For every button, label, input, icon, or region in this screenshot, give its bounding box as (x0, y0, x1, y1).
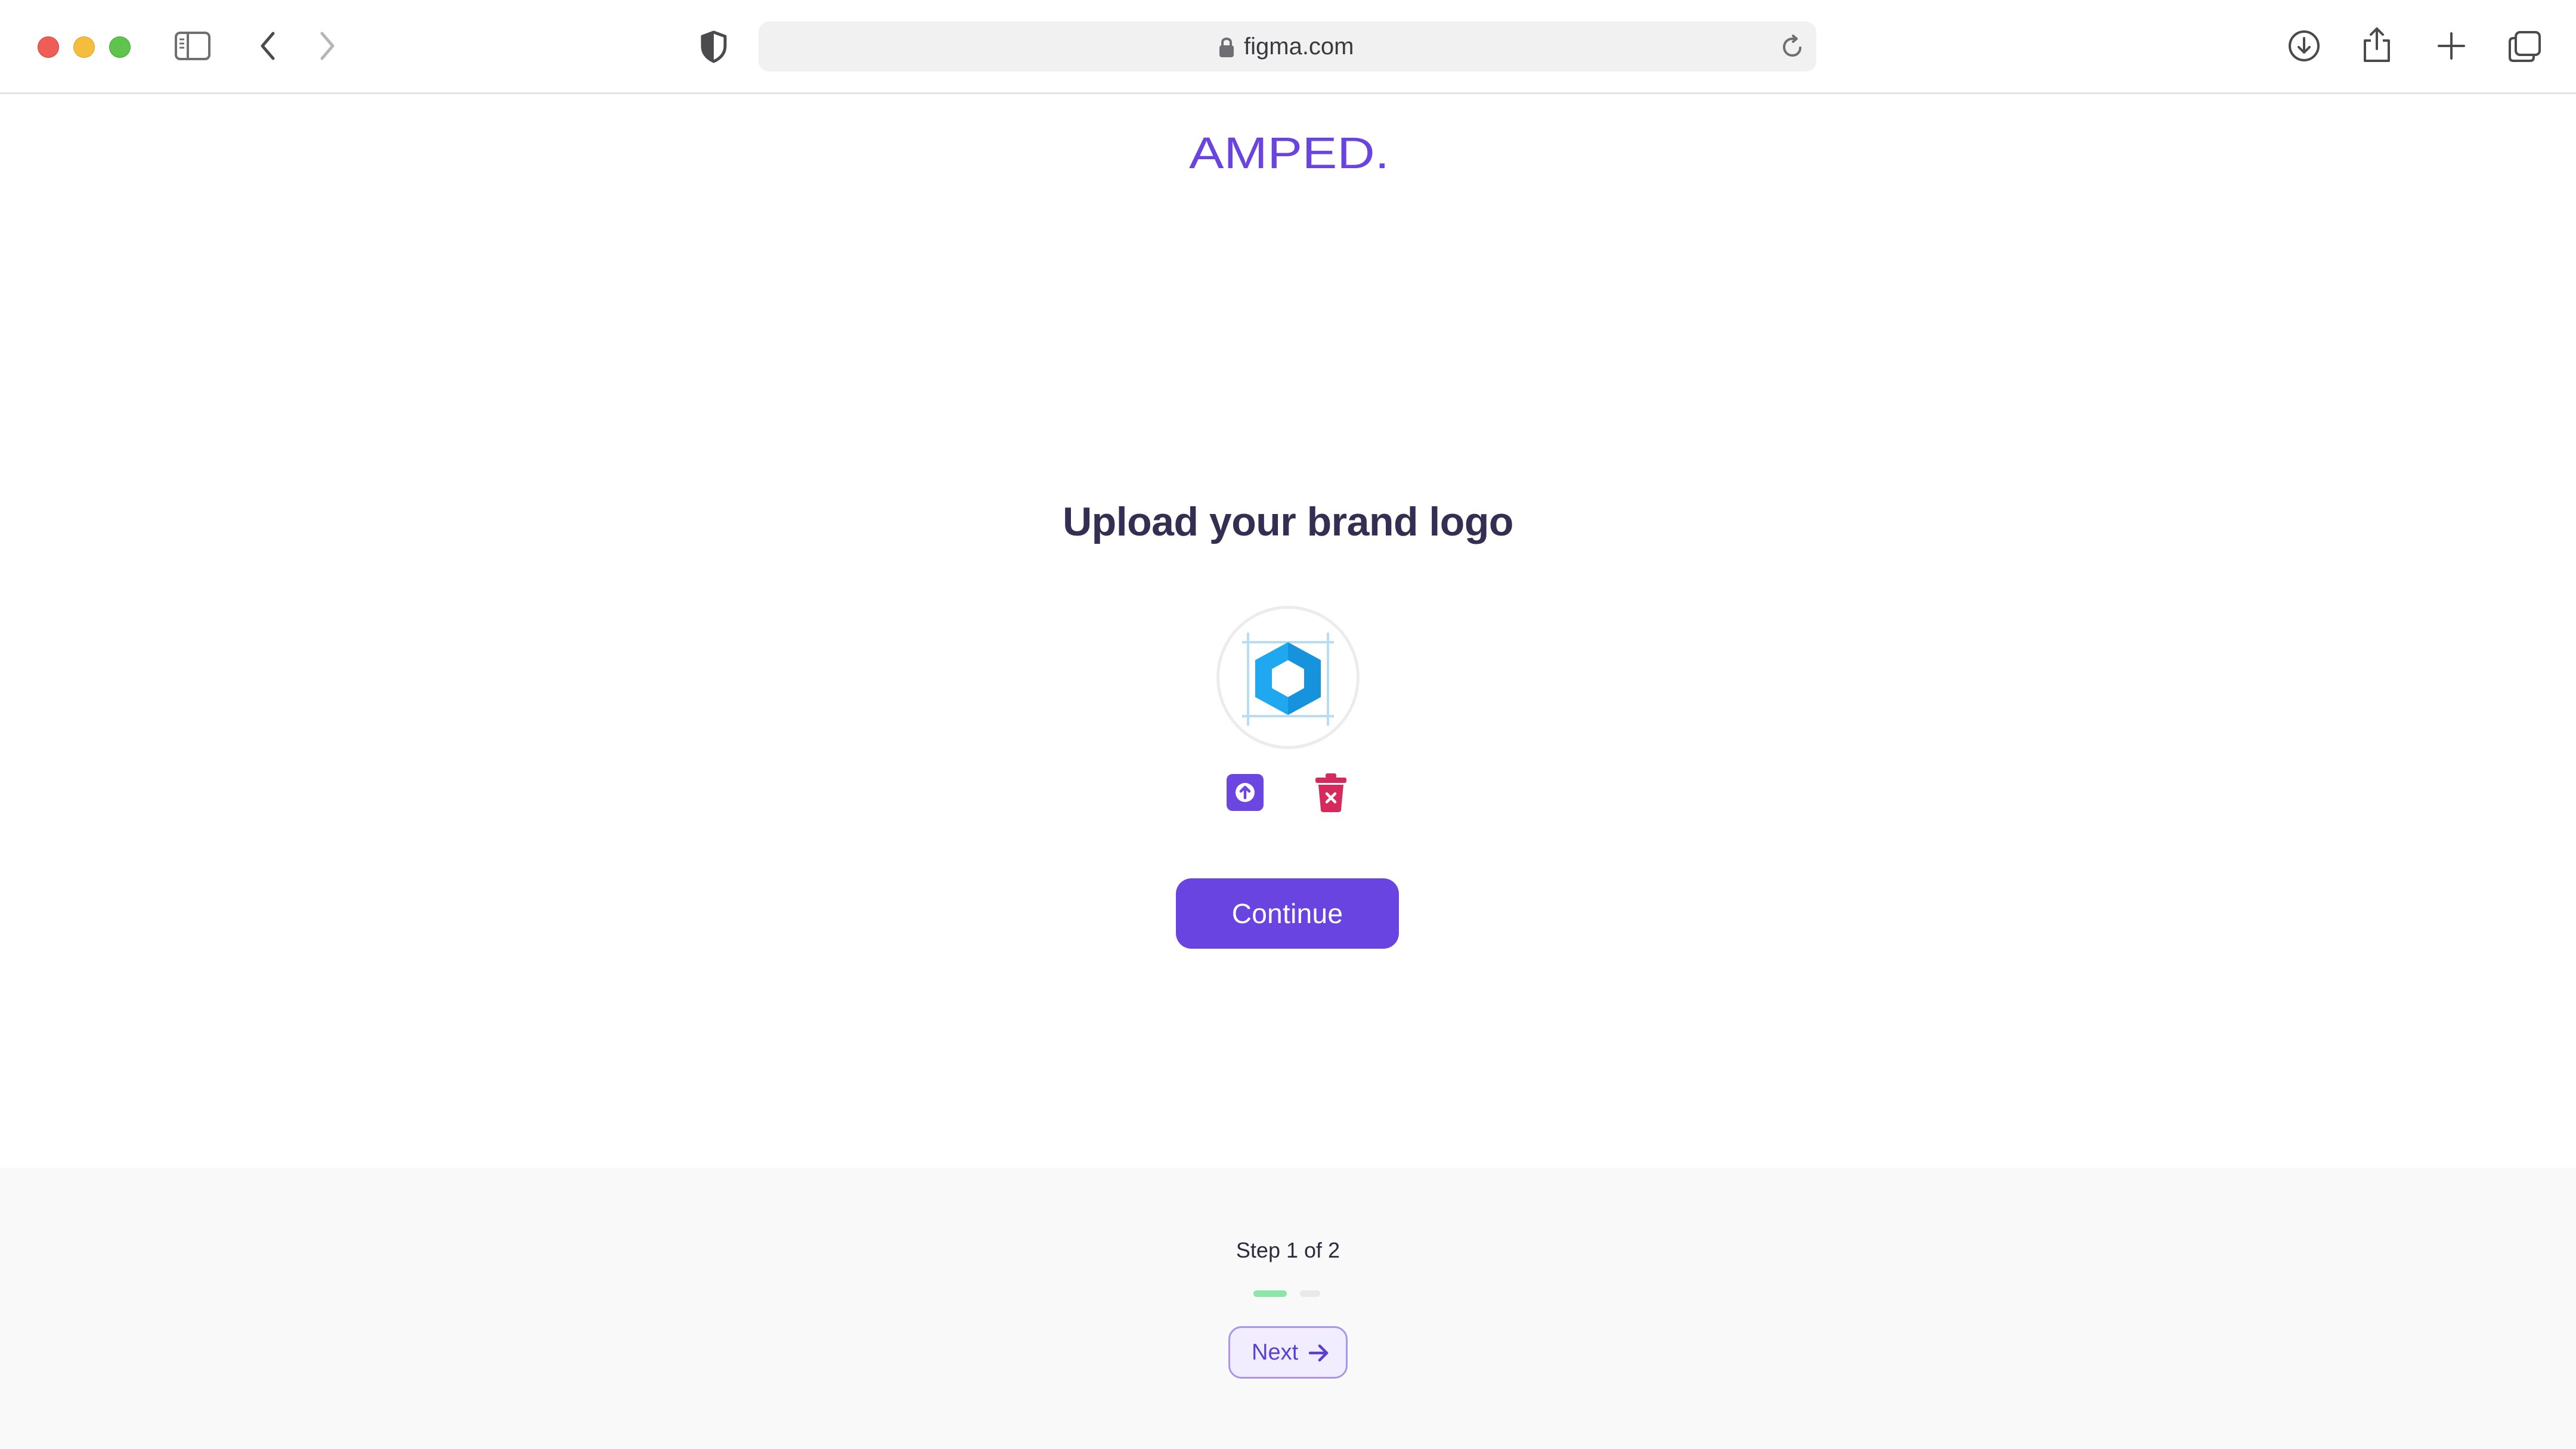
upload-button[interactable] (1227, 774, 1264, 811)
progress-step-1 (1253, 1290, 1287, 1297)
tabs-overview-icon[interactable] (2507, 30, 2542, 63)
download-icon[interactable] (2287, 29, 2321, 63)
arrow-right-icon (1308, 1344, 1329, 1362)
lock-icon (1219, 38, 1234, 57)
footer: Step 1 of 2 Next (0, 1168, 2576, 1449)
delete-button[interactable] (1312, 772, 1349, 813)
back-icon[interactable] (259, 31, 277, 61)
close-window-button[interactable] (38, 36, 59, 58)
brand-logo: AMPED. (1189, 134, 1389, 172)
next-button[interactable]: Next (1228, 1326, 1348, 1379)
step-indicator: Step 1 of 2 (1236, 1238, 1340, 1262)
minimize-window-button[interactable] (73, 36, 95, 58)
upload-arrow-icon (1236, 783, 1255, 802)
reload-icon[interactable] (1781, 35, 1804, 58)
page: figma.com AMPED. Upload your brand logo … (0, 0, 2576, 1449)
shield-icon[interactable] (699, 30, 729, 63)
url-text: figma.com (1244, 33, 1354, 60)
continue-button[interactable]: Continue (1176, 878, 1399, 949)
zoom-window-button[interactable] (109, 36, 131, 58)
hexagon-logo-icon (1242, 633, 1334, 726)
forward-icon[interactable] (318, 31, 336, 61)
svg-text:AMPED.: AMPED. (1189, 134, 1389, 172)
browser-toolbar: figma.com (0, 0, 2576, 94)
address-bar[interactable]: figma.com (758, 21, 1816, 72)
progress-step-2 (1300, 1290, 1320, 1297)
share-icon[interactable] (2360, 26, 2394, 63)
trash-icon (1315, 773, 1346, 812)
new-tab-icon[interactable] (2436, 31, 2466, 61)
logo-preview (1216, 606, 1360, 749)
page-title: Upload your brand logo (1063, 499, 1513, 544)
sidebar-icon[interactable] (174, 31, 211, 61)
next-label: Next (1252, 1340, 1299, 1365)
